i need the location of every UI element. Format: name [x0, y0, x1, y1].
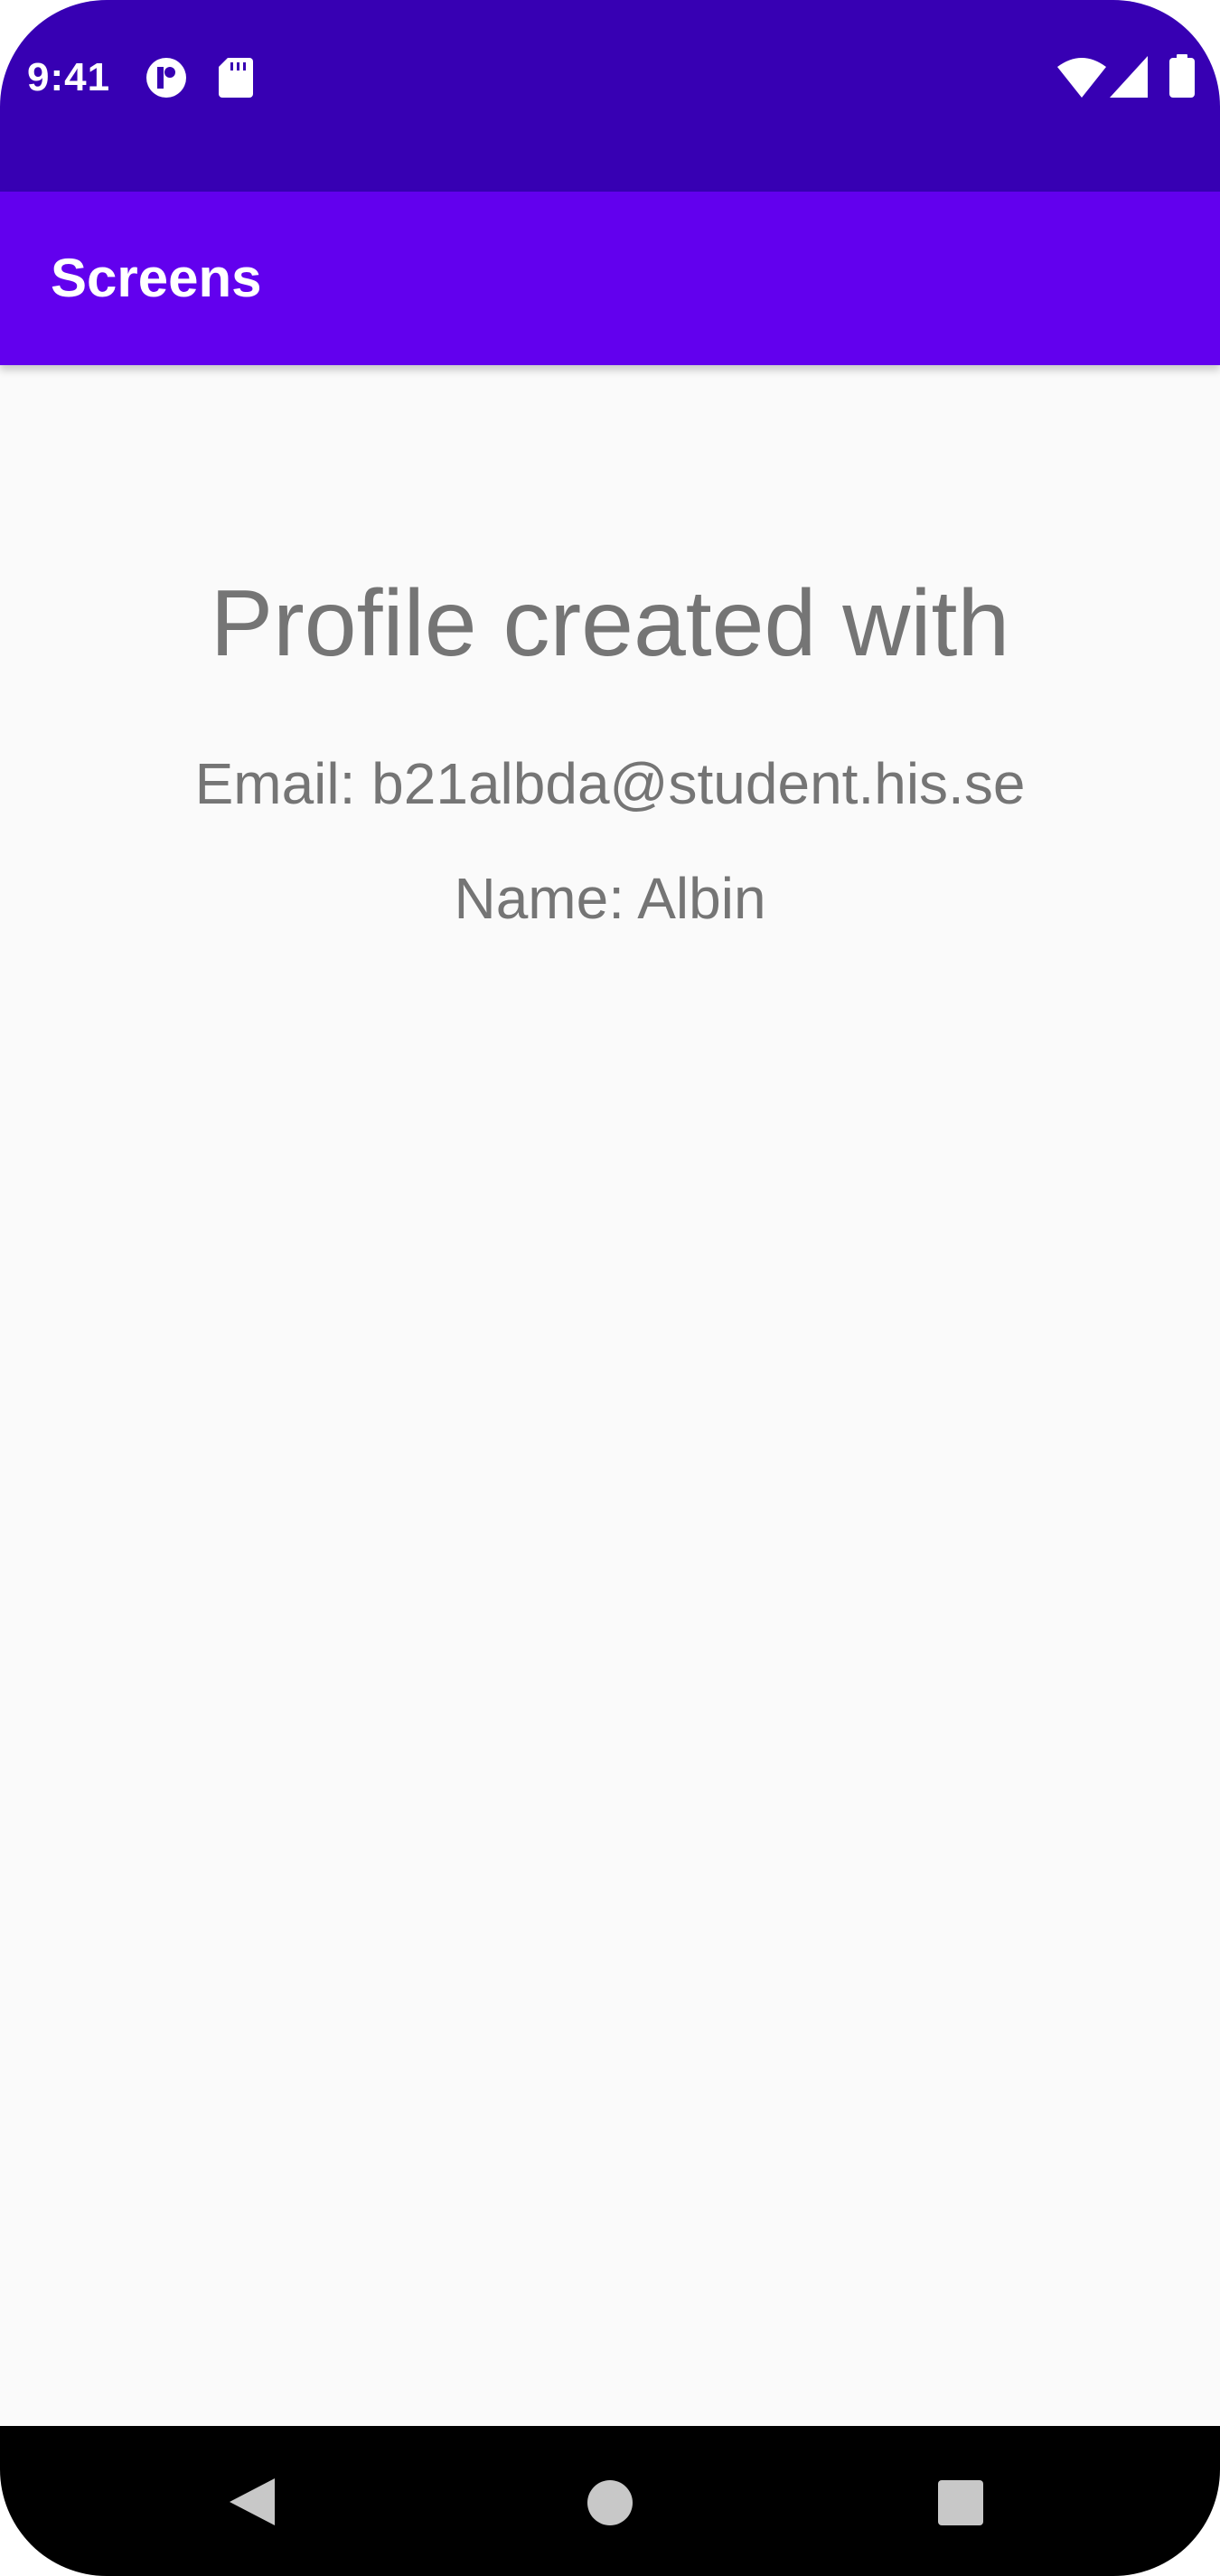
profile-name: Name: Albin [454, 866, 766, 931]
home-icon[interactable] [586, 2478, 634, 2527]
recents-icon[interactable] [936, 2478, 985, 2527]
app-bar: Screens [0, 192, 1220, 365]
status-time: 9:41 [27, 55, 111, 99]
back-icon[interactable] [226, 2473, 284, 2531]
navigation-bar [0, 2426, 1220, 2576]
device-screen: 9:41 Screens Profile created with Email:… [0, 0, 1220, 2576]
battery-icon [1169, 54, 1195, 98]
app-title: Screens [51, 248, 262, 308]
cellular-signal-icon [1110, 56, 1148, 98]
profile-email: Email: b21albda@student.his.se [194, 751, 1026, 816]
status-bar: 9:41 [0, 0, 1220, 192]
sd-card-icon [219, 58, 253, 98]
wifi-icon [1057, 58, 1106, 98]
profile-content: Profile created with Email: b21albda@stu… [0, 365, 1220, 2426]
profile-headline: Profile created with [210, 571, 1010, 676]
notification-icon [146, 58, 186, 98]
